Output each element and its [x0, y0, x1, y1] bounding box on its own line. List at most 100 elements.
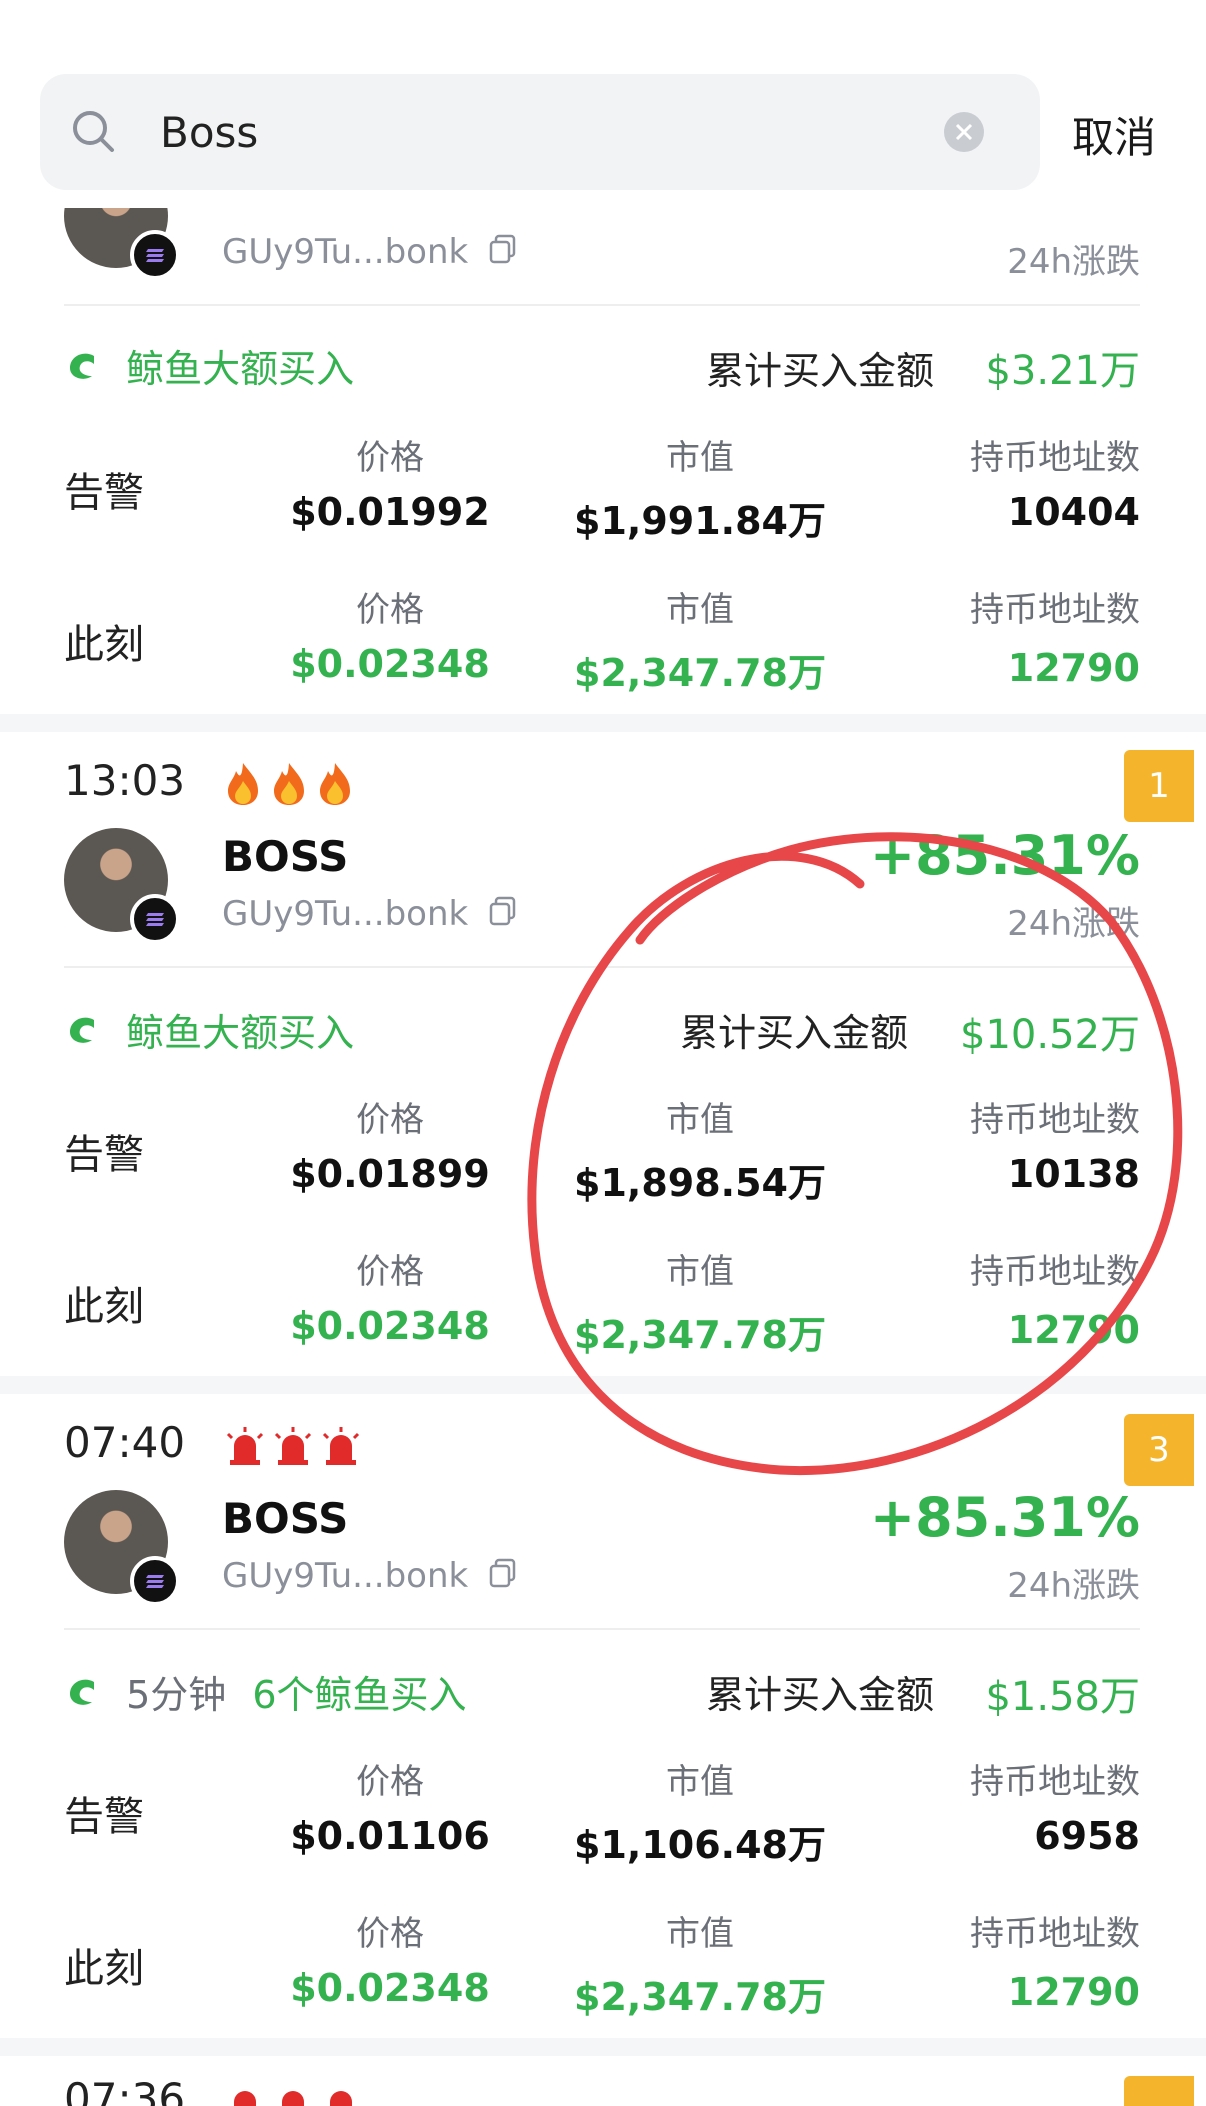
whale-label: 鲸鱼大额买入 [126, 347, 355, 391]
holders-header: 持币地址数 [970, 1762, 1140, 1802]
whale-tag: 5分钟 6个鲸鱼买入 [64, 1664, 467, 1719]
holders-header: 持币地址数 [970, 590, 1140, 630]
change-label: 24h涨跌 [1007, 242, 1140, 282]
mcap-header: 市值 [666, 1762, 734, 1802]
alert-holders: 10138 [1007, 1152, 1140, 1196]
card-separator [0, 714, 1206, 732]
token-address: GUy9Tu...bonk [222, 894, 469, 934]
divider [64, 1628, 1140, 1630]
divider [64, 304, 1140, 306]
change-label: 24h涨跌 [1007, 1566, 1140, 1606]
now-label: 此刻 [64, 1946, 144, 1992]
siren-icon [282, 2090, 305, 2106]
now-mcap: $2,347.78万 [574, 651, 826, 695]
alert-label: 告警 [64, 1794, 144, 1840]
whale-icon [70, 353, 94, 379]
alert-time: 13:03 [64, 756, 360, 807]
alert-price: $0.01992 [290, 490, 490, 534]
copy-icon[interactable] [488, 896, 518, 926]
alert-holders: 10404 [1007, 490, 1140, 534]
token-address: GUy9Tu...bonk [222, 232, 469, 272]
price-header: 价格 [356, 1914, 424, 1954]
search-input[interactable] [160, 102, 860, 162]
whale-icon [70, 1679, 94, 1705]
divider [64, 966, 1140, 968]
search-icon [73, 111, 114, 152]
fire-icon [320, 762, 351, 805]
rank-badge: 1 [1124, 750, 1194, 822]
card-separator [0, 1376, 1206, 1394]
cancel-button[interactable]: 取消 [1072, 104, 1156, 165]
copy-icon[interactable] [488, 234, 518, 264]
total-buy-value: $10.52万 [960, 1012, 1140, 1058]
total-buy-label: 累计买入金额 [706, 1673, 935, 1717]
holders-header: 持币地址数 [970, 1252, 1140, 1292]
card-separator [0, 2038, 1206, 2056]
mcap-header: 市值 [666, 590, 734, 630]
whale-label: 鲸鱼大额买入 [126, 1011, 355, 1055]
whale-tag: 鲸鱼大额买入 [64, 338, 354, 393]
token-name[interactable]: BOSS [222, 1494, 348, 1543]
token-address: GUy9Tu...bonk [222, 1556, 469, 1596]
now-holders: 12790 [1007, 1970, 1140, 2014]
now-mcap: $2,347.78万 [574, 1313, 826, 1357]
alert-mcap: $1,991.84万 [574, 499, 826, 543]
now-label: 此刻 [64, 622, 144, 668]
mcap-header: 市值 [666, 438, 734, 478]
token-name[interactable]: BOSS [222, 832, 348, 881]
siren-icon [275, 1426, 312, 1465]
solana-icon [130, 894, 180, 944]
alert-holders: 6958 [1034, 1814, 1140, 1858]
avatar [64, 828, 180, 944]
total-buy-value: $3.21万 [985, 348, 1140, 394]
whale-duration: 5分钟 [126, 1673, 227, 1717]
siren-icon [330, 2090, 353, 2106]
whale-tag: 鲸鱼大额买入 [64, 1002, 354, 1057]
alert-price: $0.01899 [290, 1152, 490, 1196]
now-mcap: $2,347.78万 [574, 1975, 826, 2019]
whale-icon [70, 1017, 94, 1043]
now-label: 此刻 [64, 1284, 144, 1330]
price-header: 价格 [356, 438, 424, 478]
siren-icon [234, 2090, 257, 2106]
clear-icon[interactable] [944, 112, 984, 152]
now-price: $0.02348 [290, 1966, 490, 2010]
holders-header: 持币地址数 [970, 1914, 1140, 1954]
fire-icon [274, 762, 305, 805]
copy-icon[interactable] [488, 1558, 518, 1588]
now-holders: 12790 [1007, 1308, 1140, 1352]
solana-icon [130, 230, 180, 280]
holders-header: 持币地址数 [970, 1100, 1140, 1140]
change-value: +85.31% [869, 1486, 1140, 1549]
price-header: 价格 [356, 1100, 424, 1140]
alert-price: $0.01106 [290, 1814, 490, 1858]
siren-icon [323, 1426, 360, 1465]
search-bar[interactable] [40, 74, 1040, 190]
whale-label: 6个鲸鱼买入 [252, 1673, 467, 1717]
total-buy-label: 累计买入金额 [680, 1011, 909, 1055]
mcap-header: 市值 [666, 1252, 734, 1292]
change-value: +85.31% [869, 824, 1140, 887]
avatar [64, 1490, 180, 1606]
change-label: 24h涨跌 [1007, 904, 1140, 944]
now-price: $0.02348 [290, 1304, 490, 1348]
alert-time: 07:40 [64, 1418, 366, 1467]
alert-time: 07:36 [64, 2074, 366, 2106]
alert-mcap: $1,106.48万 [574, 1823, 826, 1867]
price-header: 价格 [356, 1252, 424, 1292]
alert-label: 告警 [64, 470, 144, 516]
solana-icon [130, 1556, 180, 1606]
siren-icon [227, 1426, 264, 1465]
mcap-header: 市值 [666, 1100, 734, 1140]
now-price: $0.02348 [290, 642, 490, 686]
mcap-header: 市值 [666, 1914, 734, 1954]
price-header: 价格 [356, 1762, 424, 1802]
total-buy-value: $1.58万 [985, 1674, 1140, 1720]
holders-header: 持币地址数 [970, 438, 1140, 478]
rank-badge: 3 [1124, 1414, 1194, 1486]
alert-mcap: $1,898.54万 [574, 1161, 826, 1205]
now-holders: 12790 [1007, 646, 1140, 690]
total-buy-label: 累计买入金额 [706, 349, 935, 393]
alert-label: 告警 [64, 1132, 144, 1178]
rank-badge [1124, 2076, 1194, 2106]
